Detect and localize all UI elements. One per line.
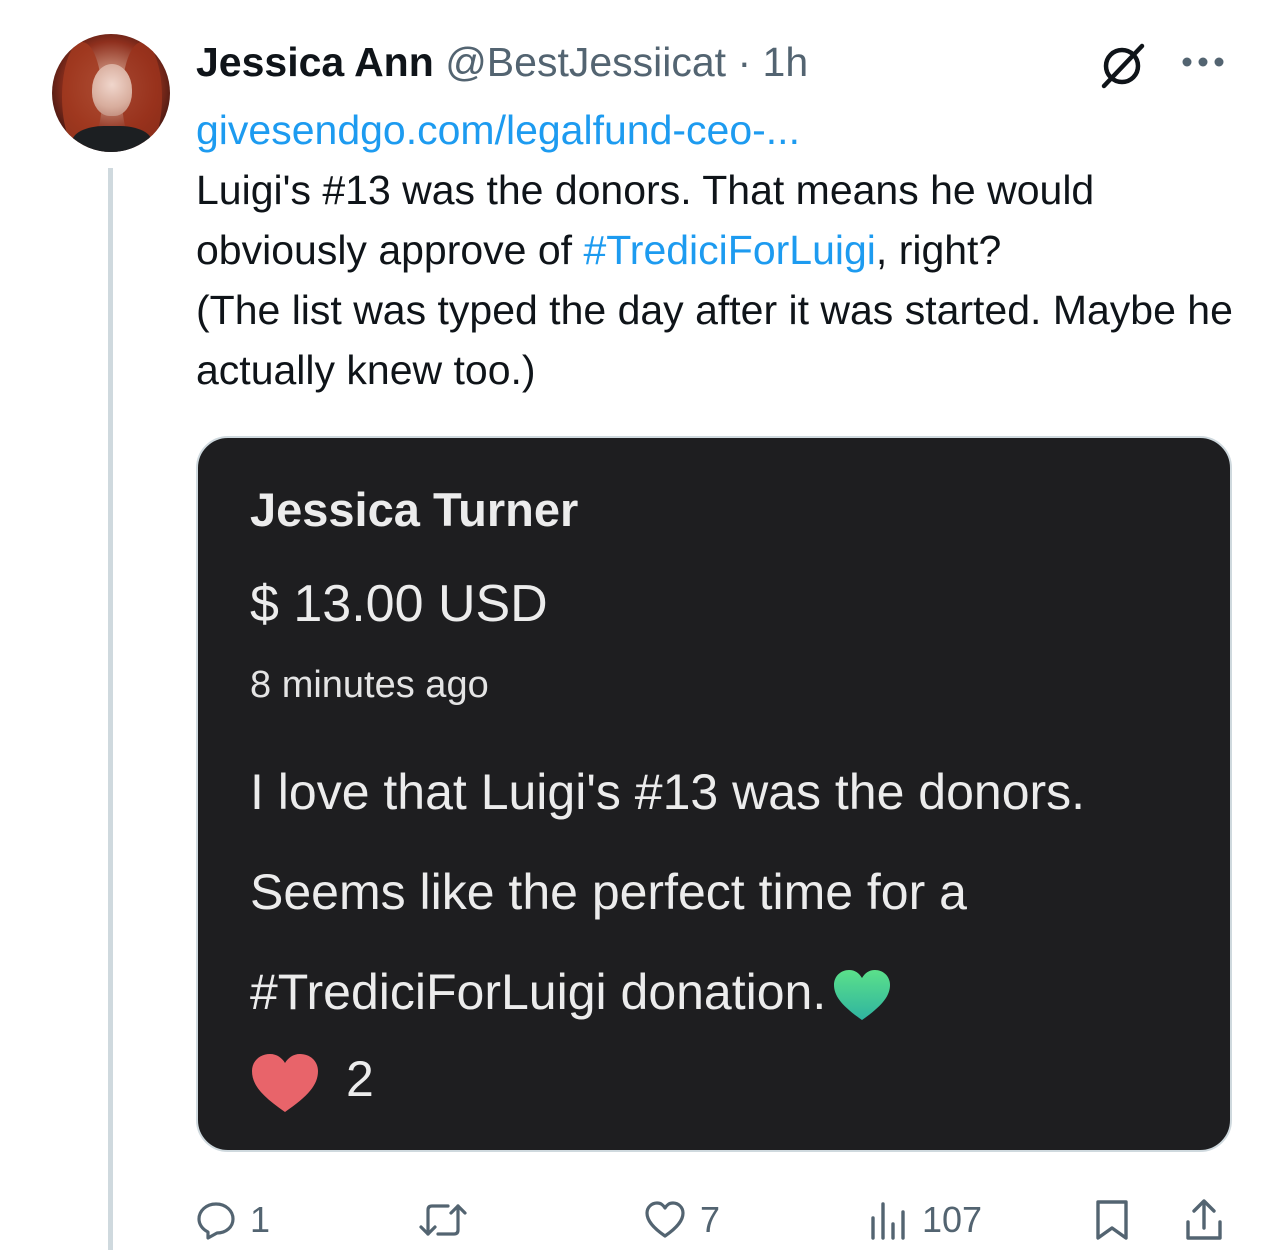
timestamp[interactable]: 1h: [763, 39, 809, 85]
donation-message-line2: Seems like the perfect time for a: [250, 864, 967, 920]
external-link[interactable]: givesendgo.com/legalfund-ceo-...: [196, 104, 800, 156]
repost-icon: [419, 1204, 467, 1236]
like-button[interactable]: 7: [644, 1190, 720, 1250]
share-icon: [1186, 1199, 1222, 1240]
grok-icon[interactable]: [1096, 40, 1148, 92]
like-icon: [645, 1201, 685, 1238]
bookmark-button[interactable]: [1094, 1190, 1130, 1250]
bookmark-icon: [1096, 1200, 1128, 1240]
donation-message: I love that Luigi's #13 was the donors. …: [250, 742, 1210, 1042]
donation-message-line3: #TrediciForLuigi donation.: [250, 964, 827, 1020]
tweet-text-part2: , right?: [875, 227, 1002, 273]
separator-dot: ·: [737, 39, 752, 85]
donation-message-line1: I love that Luigi's #13 was the donors.: [250, 764, 1086, 820]
views-button[interactable]: 107: [868, 1190, 982, 1250]
like-count: 7: [700, 1199, 721, 1240]
avatar-shirt: [72, 126, 152, 152]
donation-amount: $ 13.00 USD: [250, 575, 548, 633]
donation-message-line3-wrap: #TrediciForLuigi donation.: [250, 942, 1210, 1042]
user-handle[interactable]: @BestJessiicat: [445, 39, 726, 85]
red-heart-icon: [252, 1054, 318, 1112]
tweet-text-line3: (The list was typed the day after it was…: [196, 287, 1233, 393]
donation-like-count: 2: [346, 1051, 374, 1107]
action-bar: 1 7 107: [196, 1190, 1236, 1250]
display-name[interactable]: Jessica Ann: [196, 39, 434, 85]
views-icon: [871, 1202, 905, 1240]
avatar-face: [92, 64, 132, 116]
thread-line: [108, 168, 113, 1250]
more-options-icon[interactable]: [1180, 52, 1226, 72]
views-count: 107: [922, 1199, 983, 1240]
green-heart-icon: [834, 969, 891, 1020]
reply-count: 1: [250, 1199, 271, 1240]
attached-image[interactable]: Jessica Turner $ 13.00 USD 8 minutes ago…: [196, 436, 1232, 1152]
avatar[interactable]: [52, 34, 170, 152]
reply-icon: [197, 1202, 235, 1240]
tweet-text: Luigi's #13 was the donors. That means h…: [196, 160, 1236, 400]
repost-button[interactable]: [418, 1190, 482, 1250]
tweet-header: Jessica Ann @BestJessiicat · 1h: [196, 36, 808, 88]
share-button[interactable]: [1184, 1190, 1224, 1250]
reply-button[interactable]: 1: [196, 1190, 270, 1250]
hashtag-link[interactable]: #TrediciForLuigi: [583, 227, 875, 273]
donation-time: 8 minutes ago: [250, 664, 489, 706]
donor-name: Jessica Turner: [250, 483, 579, 536]
